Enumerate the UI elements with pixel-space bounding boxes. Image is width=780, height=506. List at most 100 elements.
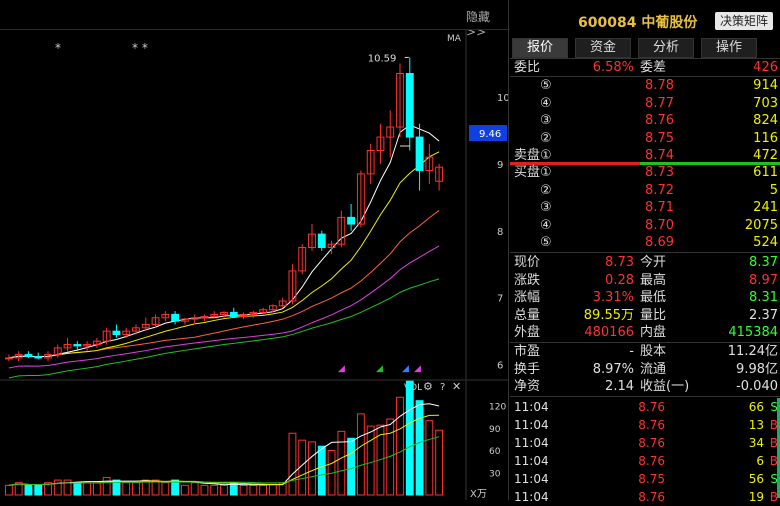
tab-quote[interactable]: 报价	[512, 38, 568, 58]
bid-row: ⑤ 8.69 524	[514, 234, 778, 251]
bid-volume: 5	[769, 182, 778, 198]
volume-bar	[396, 396, 404, 496]
candle-body	[24, 354, 33, 358]
help-icon: ?	[440, 382, 445, 393]
tick-time: 11:04	[514, 472, 549, 486]
orderbook-divider	[510, 252, 780, 253]
volume-bar	[337, 430, 346, 496]
tick-time: 11:04	[514, 400, 549, 414]
signal-marker: ◢	[376, 364, 383, 374]
ask-price: 8.75	[645, 130, 674, 146]
bid-volume: 611	[753, 165, 778, 180]
tick-volume: 6	[756, 454, 764, 468]
volume-bar	[53, 479, 62, 496]
bid-row: ③ 8.71 241	[514, 199, 778, 216]
bid-level: ③	[540, 200, 552, 216]
stat-row: 总量 89.55万 量比 2.37	[514, 307, 778, 324]
tab-analysis[interactable]: 分析	[638, 38, 694, 58]
tick-price: 8.76	[638, 418, 665, 432]
stat2-row-label2: 收益(一)	[640, 379, 690, 395]
volume-bar	[190, 482, 199, 496]
tab-funds[interactable]: 资金	[575, 38, 631, 58]
stat2-row: 净资 2.14 收益(一) -0.040	[514, 378, 778, 395]
stat2-row-value: -	[629, 344, 634, 359]
candle-body	[415, 136, 424, 172]
stat2-row-value2: -0.040	[736, 379, 778, 395]
vol-tick: 30	[489, 470, 501, 480]
ask-level: ⑤	[540, 78, 552, 93]
stat-row-label: 现价	[514, 255, 541, 270]
volume-bar	[83, 482, 92, 496]
volume-bar	[239, 484, 248, 496]
bid-price: 8.72	[645, 182, 674, 198]
ticks-divider	[510, 396, 780, 397]
tick-row: 11:04 8.76 6 B	[514, 453, 778, 470]
quote-panel: 600084 中葡股份 决策矩阵 报价 资金 分析 操作 委比 6.58% 委差 42…	[510, 0, 780, 504]
ma10-line	[8, 151, 440, 359]
kline-chart-area[interactable]: 隐藏>> MA** *10987610.599.46◢◢◢◢VOL⚙?✕1209…	[0, 0, 510, 500]
signal-marker: ◢	[338, 364, 345, 374]
high-price-label: 10.59	[368, 53, 397, 64]
candle-body	[229, 311, 238, 317]
price-tick: 9	[497, 160, 503, 171]
volume-bar	[92, 482, 101, 496]
candle-body	[171, 313, 180, 322]
tick-row: 11:04 8.76 13 B	[514, 417, 778, 434]
candle-body	[34, 356, 43, 359]
tick-volume: 19	[748, 490, 764, 504]
price-tick: 6	[497, 361, 503, 372]
stat-row-value: 89.55万	[583, 307, 634, 323]
ask-row: ② 8.75 116	[514, 130, 778, 147]
tick-volume: 34	[748, 436, 764, 450]
stat2-row-label2: 流通	[640, 361, 667, 377]
stat-row: 现价 8.73 今开 8.37	[514, 254, 778, 271]
volume-bar	[200, 484, 209, 496]
stat-row-value2: 2.37	[749, 307, 778, 323]
price-tick: 7	[497, 294, 503, 305]
stat-row-value2: 415384	[728, 325, 778, 341]
stat-row-label2: 最低	[640, 290, 667, 306]
vol-tick: 60	[489, 447, 501, 457]
weibi-row-value2: 426	[753, 60, 778, 75]
stat-row-value2: 8.97	[749, 272, 778, 288]
panel-divider	[508, 0, 509, 500]
stat2-row-label: 市盈	[514, 344, 541, 359]
kline-chart[interactable]: MA** *10987610.599.46◢◢◢◢VOL⚙?✕120906030…	[0, 0, 510, 500]
ask-volume: 824	[753, 113, 778, 129]
decision-matrix-button[interactable]: 决策矩阵	[715, 12, 773, 30]
stat-row-label2: 最高	[640, 272, 667, 288]
weibi-row-label: 委比	[514, 60, 541, 75]
close-icon: ✕	[452, 380, 461, 393]
stat-row: 外盘 480166 内盘 415384	[514, 324, 778, 341]
quote-tabs: 报价 资金 分析 操作	[512, 38, 764, 58]
stat-row-value: 0.28	[605, 272, 634, 288]
volume-bar	[356, 413, 365, 496]
tab-operation[interactable]: 操作	[701, 38, 757, 58]
bid-level: 买盘①	[514, 165, 552, 180]
volume-bar	[308, 441, 316, 496]
stat-row-label: 涨跌	[514, 272, 541, 288]
stat-row-label: 涨幅	[514, 290, 541, 306]
ask-row: ④ 8.77 703	[514, 95, 778, 112]
volume-bar	[180, 484, 189, 496]
bid-volume: 241	[753, 200, 778, 216]
tick-time: 11:04	[514, 490, 549, 504]
candle-body	[405, 73, 414, 138]
stat-row-value2: 8.37	[749, 255, 778, 270]
volume-bar	[435, 429, 444, 496]
bid-level: ④	[540, 217, 552, 233]
ask-level: ④	[540, 95, 552, 111]
volume-bar	[4, 484, 13, 496]
ma-label: MA	[447, 34, 462, 44]
ask-row: ⑤ 8.78 914	[514, 77, 778, 94]
weibi-row-value: 6.58%	[592, 60, 634, 75]
stat2-row-value: 8.97%	[592, 361, 634, 377]
ask-volume: 703	[753, 95, 778, 111]
tick-row: 11:04 8.76 19 B	[514, 489, 778, 506]
current-price-label: 9.46	[479, 129, 501, 140]
tick-row: 11:04 8.76 34 B	[514, 435, 778, 452]
stat2-row: 市盈 - 股本 11.24亿	[514, 343, 778, 360]
bid-price: 8.71	[645, 200, 674, 216]
volume-bar	[34, 484, 43, 496]
stat2-row-label: 换手	[514, 361, 541, 377]
